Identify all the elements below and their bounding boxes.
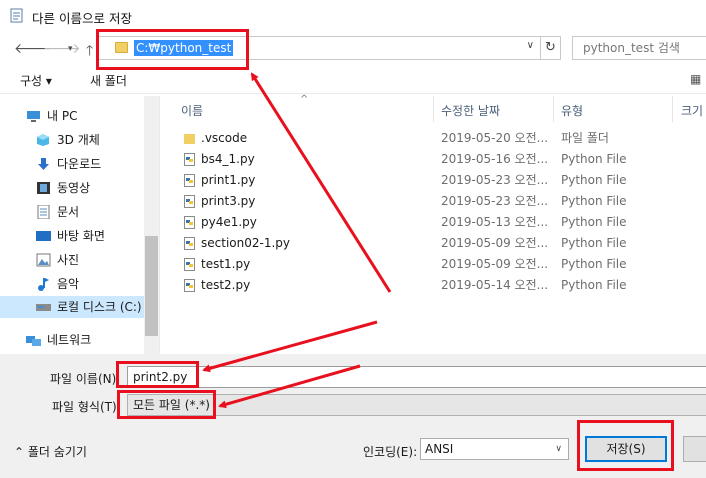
cube-icon [37,134,49,146]
command-toolbar: 구성 ▾ 새 폴더 ▦ [0,66,706,94]
recent-locations-icon[interactable]: ▾ [68,44,73,54]
column-divider [672,96,673,122]
file-row[interactable]: section02-1.py 2019-05-09 오전... Python F… [180,233,706,254]
hide-folders-toggle[interactable]: ⌃ 폴더 숨기기 [14,443,87,460]
address-path[interactable]: C:₩python_test [134,40,234,56]
encoding-select[interactable]: ANSI ∨ [420,438,569,460]
network-icon [26,336,41,346]
forward-icon[interactable]: 🡒 [43,40,81,57]
picture-icon [36,253,51,267]
file-row[interactable]: test1.py 2019-05-09 오전... Python File [180,254,706,275]
film-icon [37,182,50,194]
python-file-icon [184,174,195,187]
file-row[interactable]: .vscode 2019-05-20 오전... 파일 폴더 [180,128,706,149]
desktop-icon [36,231,51,241]
refresh-icon: ↻ [545,40,556,55]
download-icon [38,158,49,170]
navigation-pane: 내 PC 3D 개체 다운로드 동영상 문서 바탕 화면 사진 음악 로컬 디스… [0,96,160,354]
scrollbar-thumb[interactable] [145,236,158,336]
pc-icon [27,111,40,122]
python-file-icon [184,237,195,250]
disk-icon [36,304,51,311]
filename-label: 파일 이름(N): [50,372,121,386]
document-icon [37,205,50,219]
address-bar[interactable]: C:₩python_test ∨ [98,36,541,60]
view-options-icon[interactable]: ▦ [690,72,701,86]
new-folder-button[interactable]: 새 폴더 [90,72,127,89]
encoding-value: ANSI [425,442,454,456]
refresh-button[interactable]: ↻ [541,36,561,60]
column-header-size[interactable]: 크기 [681,102,703,119]
python-file-icon [184,216,195,229]
chevron-up-icon: ⌃ [14,445,25,459]
chevron-down-icon[interactable]: ∨ [527,40,534,51]
python-file-icon [184,195,195,208]
filetype-select[interactable]: 모든 파일 (*.*) [127,394,706,416]
file-row[interactable]: py4e1.py 2019-05-13 오전... Python File [180,212,706,233]
folder-icon [184,134,195,144]
filename-input[interactable]: print2.py [127,366,706,388]
filetype-label: 파일 형식(T): [52,400,121,414]
title-bar: 다른 이름으로 저장 [0,0,706,30]
sort-ascending-icon: ^ [300,94,309,105]
column-header-name[interactable]: 이름 [181,102,203,119]
organize-button[interactable]: 구성 ▾ [20,72,52,89]
column-divider [553,96,554,122]
column-divider [433,96,434,122]
file-row[interactable]: print1.py 2019-05-23 오전... Python File [180,170,706,191]
search-input[interactable]: python_test 검색 [572,36,706,60]
chevron-down-icon: ∨ [555,444,562,454]
file-row[interactable]: test2.py 2019-05-14 오전... Python File [180,275,706,296]
save-form: 파일 이름(N): print2.py 파일 형식(T): 모든 파일 (*.*… [0,354,706,478]
hide-folders-label: 폴더 숨기기 [27,445,87,459]
column-header-type[interactable]: 유형 [561,102,583,119]
file-row[interactable]: bs4_1.py 2019-05-16 오전... Python File [180,149,706,170]
column-header-modified[interactable]: 수정한 날짜 [441,102,500,119]
file-list: ^ 이름 수정한 날짜 유형 크기 .vscode 2019-05-20 오전.… [160,94,706,354]
music-icon [38,278,49,291]
cancel-button[interactable] [683,436,706,462]
encoding-label: 인코딩(E): [363,445,418,459]
navigation-bar: 🡐 🡒 ▾ 🡑 C:₩python_test ∨ ↻ python_test 검… [0,32,706,64]
python-file-icon [184,258,195,271]
python-file-icon [184,279,195,292]
save-button[interactable]: 저장(S) [585,436,667,462]
sidebar-scrollbar[interactable] [144,96,159,354]
notepad-icon [10,8,23,23]
python-file-icon [184,153,195,166]
folder-icon [115,42,128,53]
up-folder-icon[interactable]: 🡑 [86,40,93,64]
file-row[interactable]: print3.py 2019-05-23 오전... Python File [180,191,706,212]
window-title: 다른 이름으로 저장 [32,11,132,26]
